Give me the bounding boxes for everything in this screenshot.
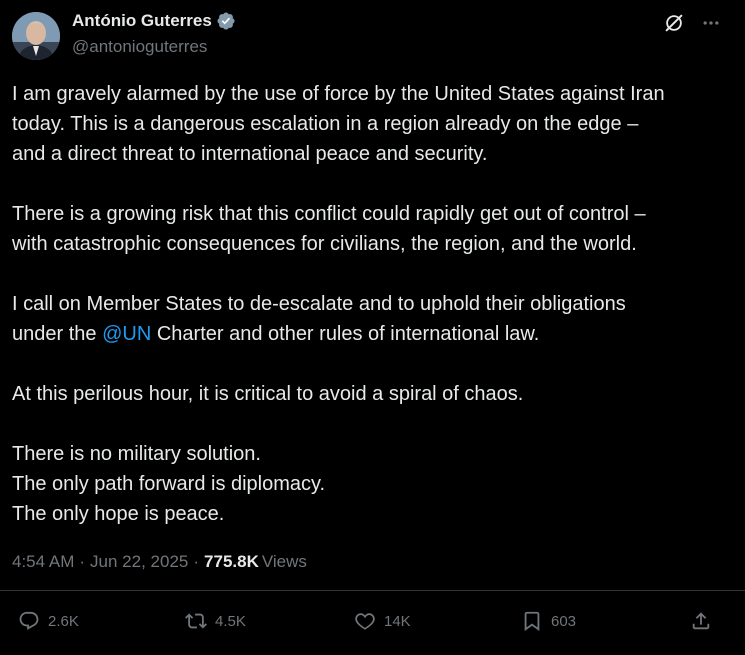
like-count: 14K [384,612,411,630]
avatar[interactable] [12,12,60,60]
repost-icon [185,613,207,629]
grok-icon[interactable] [663,12,685,34]
tweet-line: with catastrophic consequences for civil… [12,233,637,255]
repost-button[interactable]: 4.5K [185,610,246,632]
tweet: António Guterres @antonioguterres I am g… [0,0,745,655]
views-count: 775.8K [204,552,259,571]
tweet-line: and a direct threat to international pea… [12,143,488,165]
tweet-line: today. This is a dangerous escalation in… [12,113,639,135]
tweet-line-with-mention: under the @UN Charter and other rules of… [12,319,732,349]
heart-icon [355,613,375,630]
text-segment: Charter and other rules of international… [151,323,540,345]
tweet-line: There is no military solution. [12,443,261,465]
tweet-line: At this perilous hour, it is critical to… [12,383,524,405]
share-button[interactable] [690,610,712,632]
tweet-time[interactable]: 4:54 AM [12,552,74,572]
bookmark-icon [524,611,540,632]
action-bar: 2.6K 4.5K 14K 603 [0,610,745,642]
more-options-icon[interactable] [701,13,721,33]
divider [0,590,745,591]
share-icon [692,612,710,630]
tweet-line: The only hope is peace. [12,503,225,525]
reply-button[interactable]: 2.6K [18,610,79,632]
reply-icon [19,611,39,630]
separator-dot: · [193,552,200,571]
bookmark-button[interactable]: 603 [521,610,576,632]
display-name[interactable]: António Guterres [72,11,212,31]
tweet-line: The only path forward is diplomacy. [12,473,326,495]
handle[interactable]: @antonioguterres [72,37,207,57]
tweet-date[interactable]: Jun 22, 2025 [90,552,188,572]
author-name-row: António Guterres [72,11,236,31]
reply-count: 2.6K [48,612,79,630]
separator-dot: · [79,552,86,571]
tweet-line: There is a growing risk that this confli… [12,203,646,225]
text-segment: under the [12,323,103,345]
bookmark-count: 603 [551,612,577,630]
verified-badge-icon[interactable] [216,11,236,31]
tweet-meta: 4:54 AM · Jun 22, 2025 · 775.8K Views [12,552,307,572]
avatar-photo [12,12,60,60]
tweet-line: I call on Member States to de-escalate a… [12,293,626,315]
top-icons [663,12,721,34]
tweet-text: I am gravely alarmed by the use of force… [12,79,732,529]
repost-count: 4.5K [215,612,246,630]
views-label: Views [261,552,307,571]
mention-link[interactable]: @UN [102,323,151,345]
like-button[interactable]: 14K [354,610,411,632]
tweet-line: I am gravely alarmed by the use of force… [12,83,665,105]
